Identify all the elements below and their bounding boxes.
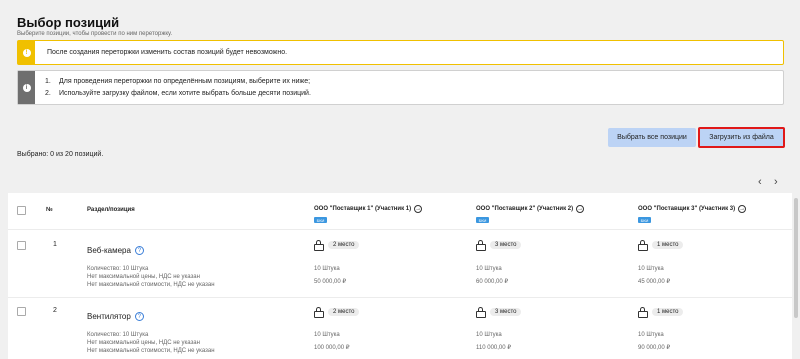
select-all-checkbox[interactable] (17, 206, 26, 215)
page-subtitle: Выберите позиции, чтобы провести по ним … (17, 31, 173, 37)
offer-place: 3 место (476, 307, 522, 318)
lock-icon (638, 240, 648, 251)
offer-qty: 10 Штука (638, 332, 664, 338)
supplier-tag: БКИ (638, 217, 651, 223)
place-badge: 1 место (652, 307, 684, 316)
warning-text: После создания переторжки изменить соста… (47, 49, 288, 56)
offer-qty: 10 Штука (314, 332, 340, 338)
select-all-button[interactable]: Выбрать все позиции (608, 128, 696, 147)
lock-icon (314, 307, 324, 318)
offer-place: 2 место (314, 307, 360, 318)
page-title: Выбор позиций (17, 15, 120, 30)
info-icon: i (22, 83, 31, 92)
supplier-tag: БКИ (314, 217, 327, 223)
lock-icon (476, 307, 486, 318)
offer-price: 60 000,00 ₽ (476, 279, 509, 285)
info-list: 1. Для проведения переторжки по определён… (35, 71, 311, 104)
offer-place: 1 место (638, 240, 684, 251)
offer-price: 45 000,00 ₽ (638, 279, 671, 285)
offer-qty: 10 Штука (476, 332, 502, 338)
help-icon[interactable]: ? (134, 246, 144, 255)
row-number: 2 (53, 307, 57, 314)
place-badge: 2 место (328, 307, 360, 316)
scrollbar-thumb[interactable] (794, 198, 798, 318)
place-badge: 1 место (652, 240, 684, 249)
position-meta: Количество: 10 Штука Нет максимальной це… (87, 332, 215, 354)
selected-count: Выбрано: 0 из 20 позиций. (17, 151, 104, 158)
column-header-num: № (46, 207, 53, 213)
offer-price: 90 000,00 ₽ (638, 345, 671, 351)
offer-qty: 10 Штука (638, 266, 664, 272)
offer-place: 3 место (476, 240, 522, 251)
position-name: Веб-камера ? (87, 246, 144, 255)
position-name: Вентилятор ? (87, 312, 144, 321)
arrow-right-icon[interactable]: → (576, 205, 585, 213)
help-icon[interactable]: ? (134, 312, 144, 321)
warning-alert: ! После создания переторжки изменить сос… (17, 40, 784, 65)
divider (8, 297, 792, 298)
place-badge: 2 место (328, 240, 360, 249)
arrow-right-icon[interactable]: → (738, 205, 747, 213)
divider (8, 229, 792, 230)
upload-from-file-button[interactable]: Загрузить из файла (698, 127, 785, 148)
row-number: 1 (53, 241, 57, 248)
offer-place: 2 место (314, 240, 360, 251)
offer-price: 50 000,00 ₽ (314, 279, 347, 285)
column-header-position: Раздел/позиция (87, 207, 135, 213)
chevron-right-icon[interactable]: › (774, 176, 778, 188)
position-meta: Количество: 10 Штука Нет максимальной це… (87, 266, 215, 288)
row-checkbox[interactable] (17, 241, 26, 250)
lock-icon (476, 240, 486, 251)
offer-price: 100 000,00 ₽ (314, 345, 350, 351)
arrow-right-icon[interactable]: → (414, 205, 423, 213)
chevron-left-icon[interactable]: ‹ (758, 176, 762, 188)
lock-icon (638, 307, 648, 318)
place-badge: 3 место (490, 240, 522, 249)
row-checkbox[interactable] (17, 307, 26, 316)
offer-qty: 10 Штука (314, 266, 340, 272)
offer-place: 1 место (638, 307, 684, 318)
supplier-1-header[interactable]: ООО "Поставщик 1" (Участник 1) → (314, 205, 423, 213)
info-list-item: 1. Для проведения переторжки по определён… (45, 78, 311, 85)
supplier-tag: БКИ (476, 217, 489, 223)
offer-price: 110 000,00 ₽ (476, 345, 512, 351)
info-list-item: 2. Используйте загрузку файлом, если хоти… (45, 90, 311, 97)
offer-qty: 10 Штука (476, 266, 502, 272)
supplier-3-header[interactable]: ООО "Поставщик 3" (Участник 3) → (638, 205, 747, 213)
place-badge: 3 место (490, 307, 522, 316)
lock-icon (314, 240, 324, 251)
info-alert: i 1. Для проведения переторжки по определ… (17, 70, 784, 105)
warning-icon: ! (22, 48, 31, 57)
supplier-2-header[interactable]: ООО "Поставщик 2" (Участник 2) → (476, 205, 585, 213)
